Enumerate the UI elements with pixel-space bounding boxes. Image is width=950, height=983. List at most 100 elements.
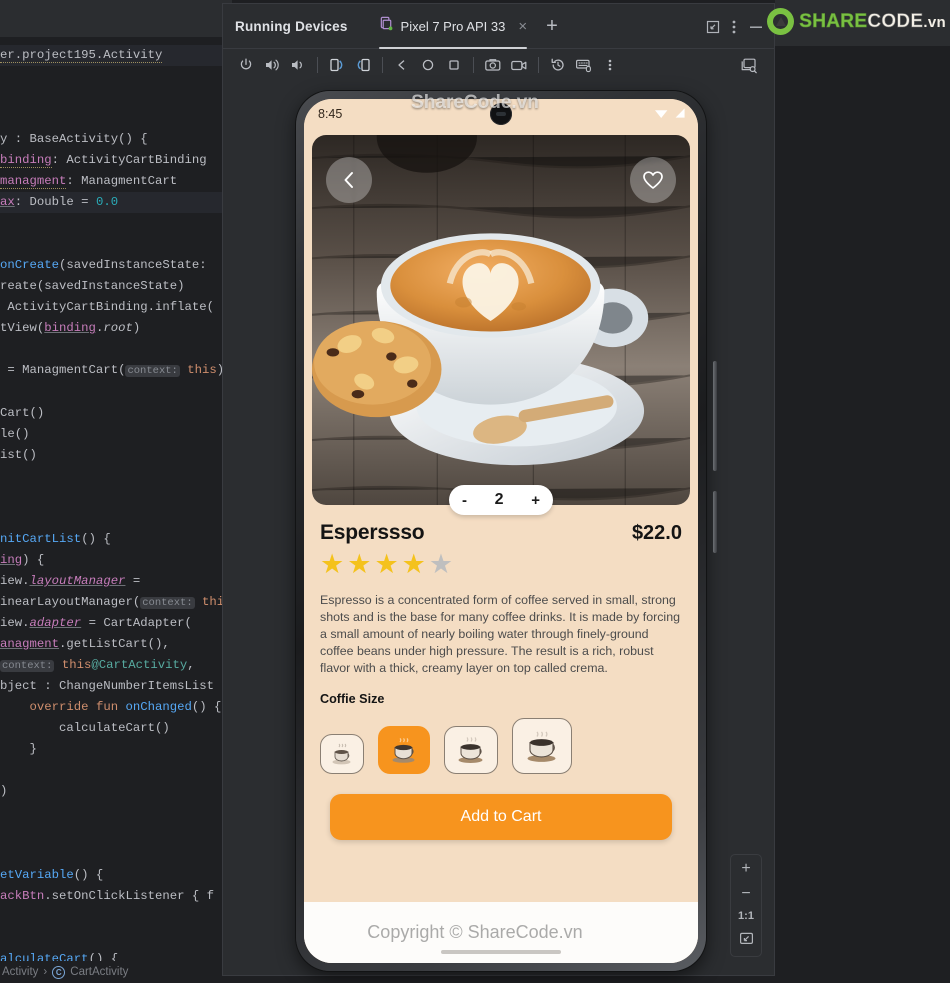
editor-breadcrumb[interactable]: Activity › C CartActivity	[0, 961, 232, 983]
back-button[interactable]	[326, 157, 372, 203]
phone-status-bar: 8:45	[304, 99, 698, 129]
power-side-button[interactable]	[713, 491, 717, 553]
status-icons	[654, 107, 686, 122]
close-icon[interactable]: ×	[518, 18, 527, 35]
class-icon: C	[52, 965, 66, 979]
logo-vn-text: .vn	[923, 13, 946, 31]
code-line: nitCartList() {	[0, 532, 111, 546]
breadcrumb-item-cartactivity[interactable]: CartActivity	[70, 966, 128, 978]
window-controls	[706, 4, 764, 49]
running-devices-window: Running Devices Pixel 7 Pro API 33 × + 8…	[222, 3, 775, 976]
code-line: ActivityCartBinding.inflate(	[0, 300, 215, 314]
product-price: $22.0	[631, 522, 682, 544]
back-button[interactable]	[389, 52, 415, 78]
product-name: Esperssso	[320, 521, 425, 544]
star-icon-empty: ★	[428, 549, 454, 579]
size-option-large[interactable]	[444, 726, 498, 774]
logo-code-text: CODE	[867, 10, 924, 32]
screen-record-button[interactable]	[506, 52, 532, 78]
size-option-small[interactable]	[320, 734, 364, 774]
wifi-icon	[654, 107, 669, 122]
panel-title: Running Devices	[235, 18, 348, 34]
volume-down-button[interactable]	[285, 52, 311, 78]
favorite-heart-icon[interactable]	[630, 157, 676, 203]
keyboard-input-button[interactable]	[571, 52, 597, 78]
breadcrumb-item-activity[interactable]: Activity	[2, 966, 38, 978]
code-line: bject : ChangeNumberItemsList	[0, 679, 215, 693]
code-line: iew.layoutManager =	[0, 574, 141, 588]
signal-icon	[673, 107, 686, 122]
zoom-actual-button[interactable]: 1:1	[734, 911, 758, 922]
size-option-medium[interactable]	[378, 726, 430, 774]
code-line: onCreate(savedInstanceState:	[0, 258, 207, 272]
device-toolbar	[223, 49, 774, 81]
zoom-out-button[interactable]: −	[734, 886, 758, 902]
product-description: Espresso is a concentrated form of coffe…	[320, 593, 680, 675]
code-editor-panel[interactable]: er.project195.Activity y : BaseActivity(…	[0, 0, 232, 983]
code-line: tView(binding.root)	[0, 321, 141, 335]
rotate-right-button[interactable]	[350, 52, 376, 78]
size-option-extra-large[interactable]	[512, 718, 572, 774]
sharecode-mark-icon	[767, 8, 795, 35]
sharecode-logo: SHARECODE.vn	[767, 8, 946, 35]
code-line: binding: ActivityCartBinding	[0, 153, 207, 168]
product-image-card	[312, 135, 690, 505]
code-line: ax: Double = 0.0	[0, 195, 119, 209]
nav-gesture-pill[interactable]	[441, 950, 561, 954]
home-button[interactable]	[415, 52, 441, 78]
running-devices-tabbar: Running Devices Pixel 7 Pro API 33 × +	[223, 4, 774, 49]
zoom-in-button[interactable]: +	[734, 861, 758, 877]
logo-text: SHARECODE.vn	[799, 10, 946, 33]
zoom-fit-button[interactable]	[734, 931, 758, 950]
power-button[interactable]	[233, 52, 259, 78]
status-time: 8:45	[318, 107, 343, 121]
coffee-size-options	[320, 718, 682, 774]
code-line: er.project195.Activity	[0, 48, 163, 63]
screenshot-button[interactable]	[480, 52, 506, 78]
editor-top-strip	[0, 0, 232, 38]
volume-up-button[interactable]	[259, 52, 285, 78]
coffee-app: 8:45 - 2 + Esperssso $22.0 ★ ★ ★ ★ ★ Esp…	[304, 99, 698, 963]
toolbar-separator	[317, 57, 318, 73]
code-line: ing) {	[0, 553, 45, 567]
more-options-button[interactable]	[732, 19, 736, 35]
code-line: calculateCart()	[0, 721, 170, 735]
quantity-selector[interactable]: - 2 +	[449, 485, 553, 515]
rotate-history-button[interactable]	[545, 52, 571, 78]
star-icon: ★	[320, 549, 345, 579]
camera-notch-icon	[490, 103, 512, 125]
device-screen[interactable]: 8:45 - 2 + Esperssso $22.0 ★ ★ ★ ★ ★ Esp…	[304, 99, 698, 963]
minimize-restore-panel-button[interactable]	[706, 20, 720, 34]
add-to-cart-button[interactable]: Add to Cart	[330, 794, 672, 840]
code-line: = ManagmentCart(context: this)	[0, 363, 225, 377]
code-line: managment: ManagmentCart	[0, 174, 178, 189]
hide-panel-button[interactable]	[748, 21, 764, 33]
breadcrumb-separator: ›	[43, 966, 48, 978]
toolbar-separator	[538, 57, 539, 73]
tab-pixel-7-pro[interactable]: Pixel 7 Pro API 33 ×	[372, 4, 535, 49]
code-line: context: this@CartActivity,	[0, 658, 195, 672]
tab-label: Pixel 7 Pro API 33	[400, 18, 506, 34]
quantity-decrease-button[interactable]: -	[462, 493, 467, 508]
volume-rocker[interactable]	[713, 361, 717, 471]
device-mirroring-settings-button[interactable]	[736, 52, 762, 78]
overview-button[interactable]	[441, 52, 467, 78]
code-line: )	[0, 784, 8, 798]
toolbar-separator	[473, 57, 474, 73]
code-line: }	[0, 742, 37, 756]
quantity-increase-button[interactable]: +	[531, 493, 540, 508]
zoom-controls: + − 1:1	[730, 854, 762, 957]
code-line: inearLayoutManager(context: thi	[0, 595, 225, 609]
star-icon: ★	[347, 549, 372, 579]
logo-share-text: SHARE	[799, 10, 868, 32]
add-device-button[interactable]: +	[546, 15, 558, 38]
code-line: etVariable() {	[0, 868, 104, 882]
toolbar-more-button[interactable]	[597, 52, 623, 78]
star-icon: ★	[401, 549, 426, 579]
screenshot-root: er.project195.Activity y : BaseActivity(…	[0, 0, 950, 983]
code-line: y : BaseActivity() {	[0, 132, 148, 146]
code-line: reate(savedInstanceState)	[0, 279, 185, 293]
quantity-value: 2	[494, 491, 504, 508]
rotate-left-button[interactable]	[324, 52, 350, 78]
coffee-size-label: Coffie Size	[320, 692, 385, 706]
